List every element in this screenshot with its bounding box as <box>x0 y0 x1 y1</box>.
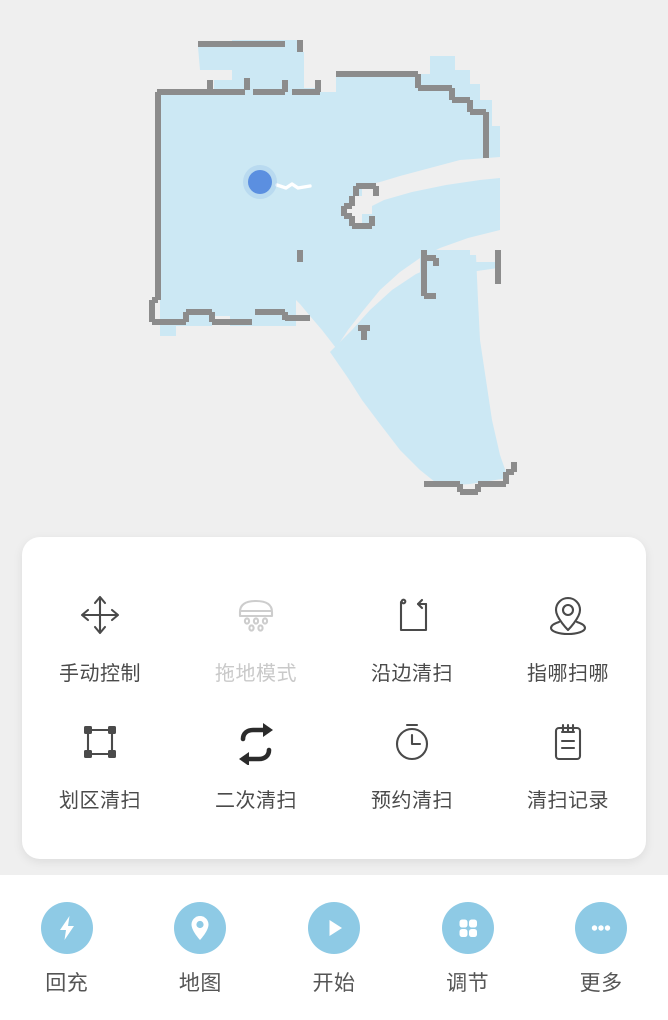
ellipsis-icon <box>575 902 628 954</box>
function-mop-mode[interactable]: 拖地模式 <box>178 587 334 686</box>
stopwatch-icon <box>389 714 435 770</box>
robot-vacuum-app: 手动控制 拖地模式 沿边清扫 指哪扫哪 划区清扫 二次清扫 预约清扫 清扫记录 … <box>0 0 668 1020</box>
mop-water-tank-icon <box>230 587 282 643</box>
robot-position-marker[interactable] <box>243 165 277 199</box>
cleaned-area <box>160 40 508 486</box>
map-area[interactable] <box>0 0 668 520</box>
function-label: 清扫记录 <box>527 790 609 812</box>
function-second-cleaning[interactable]: 二次清扫 <box>178 714 334 813</box>
function-cleaning-records[interactable]: 清扫记录 <box>490 714 646 813</box>
function-row-1: 手动控制 拖地模式 沿边清扫 指哪扫哪 <box>22 587 646 686</box>
function-label: 指哪扫哪 <box>527 663 609 685</box>
function-label: 沿边清扫 <box>371 663 453 685</box>
nav-label: 地图 <box>178 972 222 995</box>
function-point-and-clean[interactable]: 指哪扫哪 <box>490 587 646 686</box>
zone-square-icon <box>77 714 123 770</box>
nav-item-start[interactable]: 开始 <box>267 902 401 997</box>
nav-item-adjust[interactable]: 调节 <box>401 902 535 997</box>
nav-label: 开始 <box>312 972 356 995</box>
map-pin-filled-icon <box>174 902 227 954</box>
function-card: 手动控制 拖地模式 沿边清扫 指哪扫哪 划区清扫 二次清扫 预约清扫 清扫记录 <box>22 537 646 859</box>
nav-item-recharge[interactable]: 回充 <box>0 902 134 997</box>
function-label: 划区清扫 <box>59 790 141 812</box>
bottom-navigation-bar: 回充 地图 开始 调节 更多 <box>0 875 668 1020</box>
move-arrows-icon <box>77 587 123 643</box>
function-manual-control[interactable]: 手动控制 <box>22 587 178 686</box>
repeat-arrows-icon <box>230 714 282 770</box>
map-pin-icon <box>545 587 591 643</box>
function-scheduled-cleaning[interactable]: 预约清扫 <box>334 714 490 813</box>
function-label: 预约清扫 <box>371 790 453 812</box>
function-row-2: 划区清扫 二次清扫 预约清扫 清扫记录 <box>22 714 646 813</box>
function-zone-cleaning[interactable]: 划区清扫 <box>22 714 178 813</box>
nav-item-more[interactable]: 更多 <box>534 902 668 997</box>
nav-label: 调节 <box>446 972 490 995</box>
cleaning-map-svg[interactable] <box>0 0 668 520</box>
function-label: 二次清扫 <box>215 790 297 812</box>
nav-item-map[interactable]: 地图 <box>134 902 268 997</box>
nav-label: 更多 <box>579 972 623 995</box>
nav-label: 回充 <box>45 972 89 995</box>
clipboard-icon <box>545 714 591 770</box>
play-icon <box>307 902 360 954</box>
function-edge-cleaning[interactable]: 沿边清扫 <box>334 587 490 686</box>
function-label: 拖地模式 <box>215 663 297 685</box>
edge-clean-icon <box>389 587 435 643</box>
grid-four-icon <box>441 902 494 954</box>
lightning-bolt-icon <box>40 902 93 954</box>
function-label: 手动控制 <box>59 663 141 685</box>
